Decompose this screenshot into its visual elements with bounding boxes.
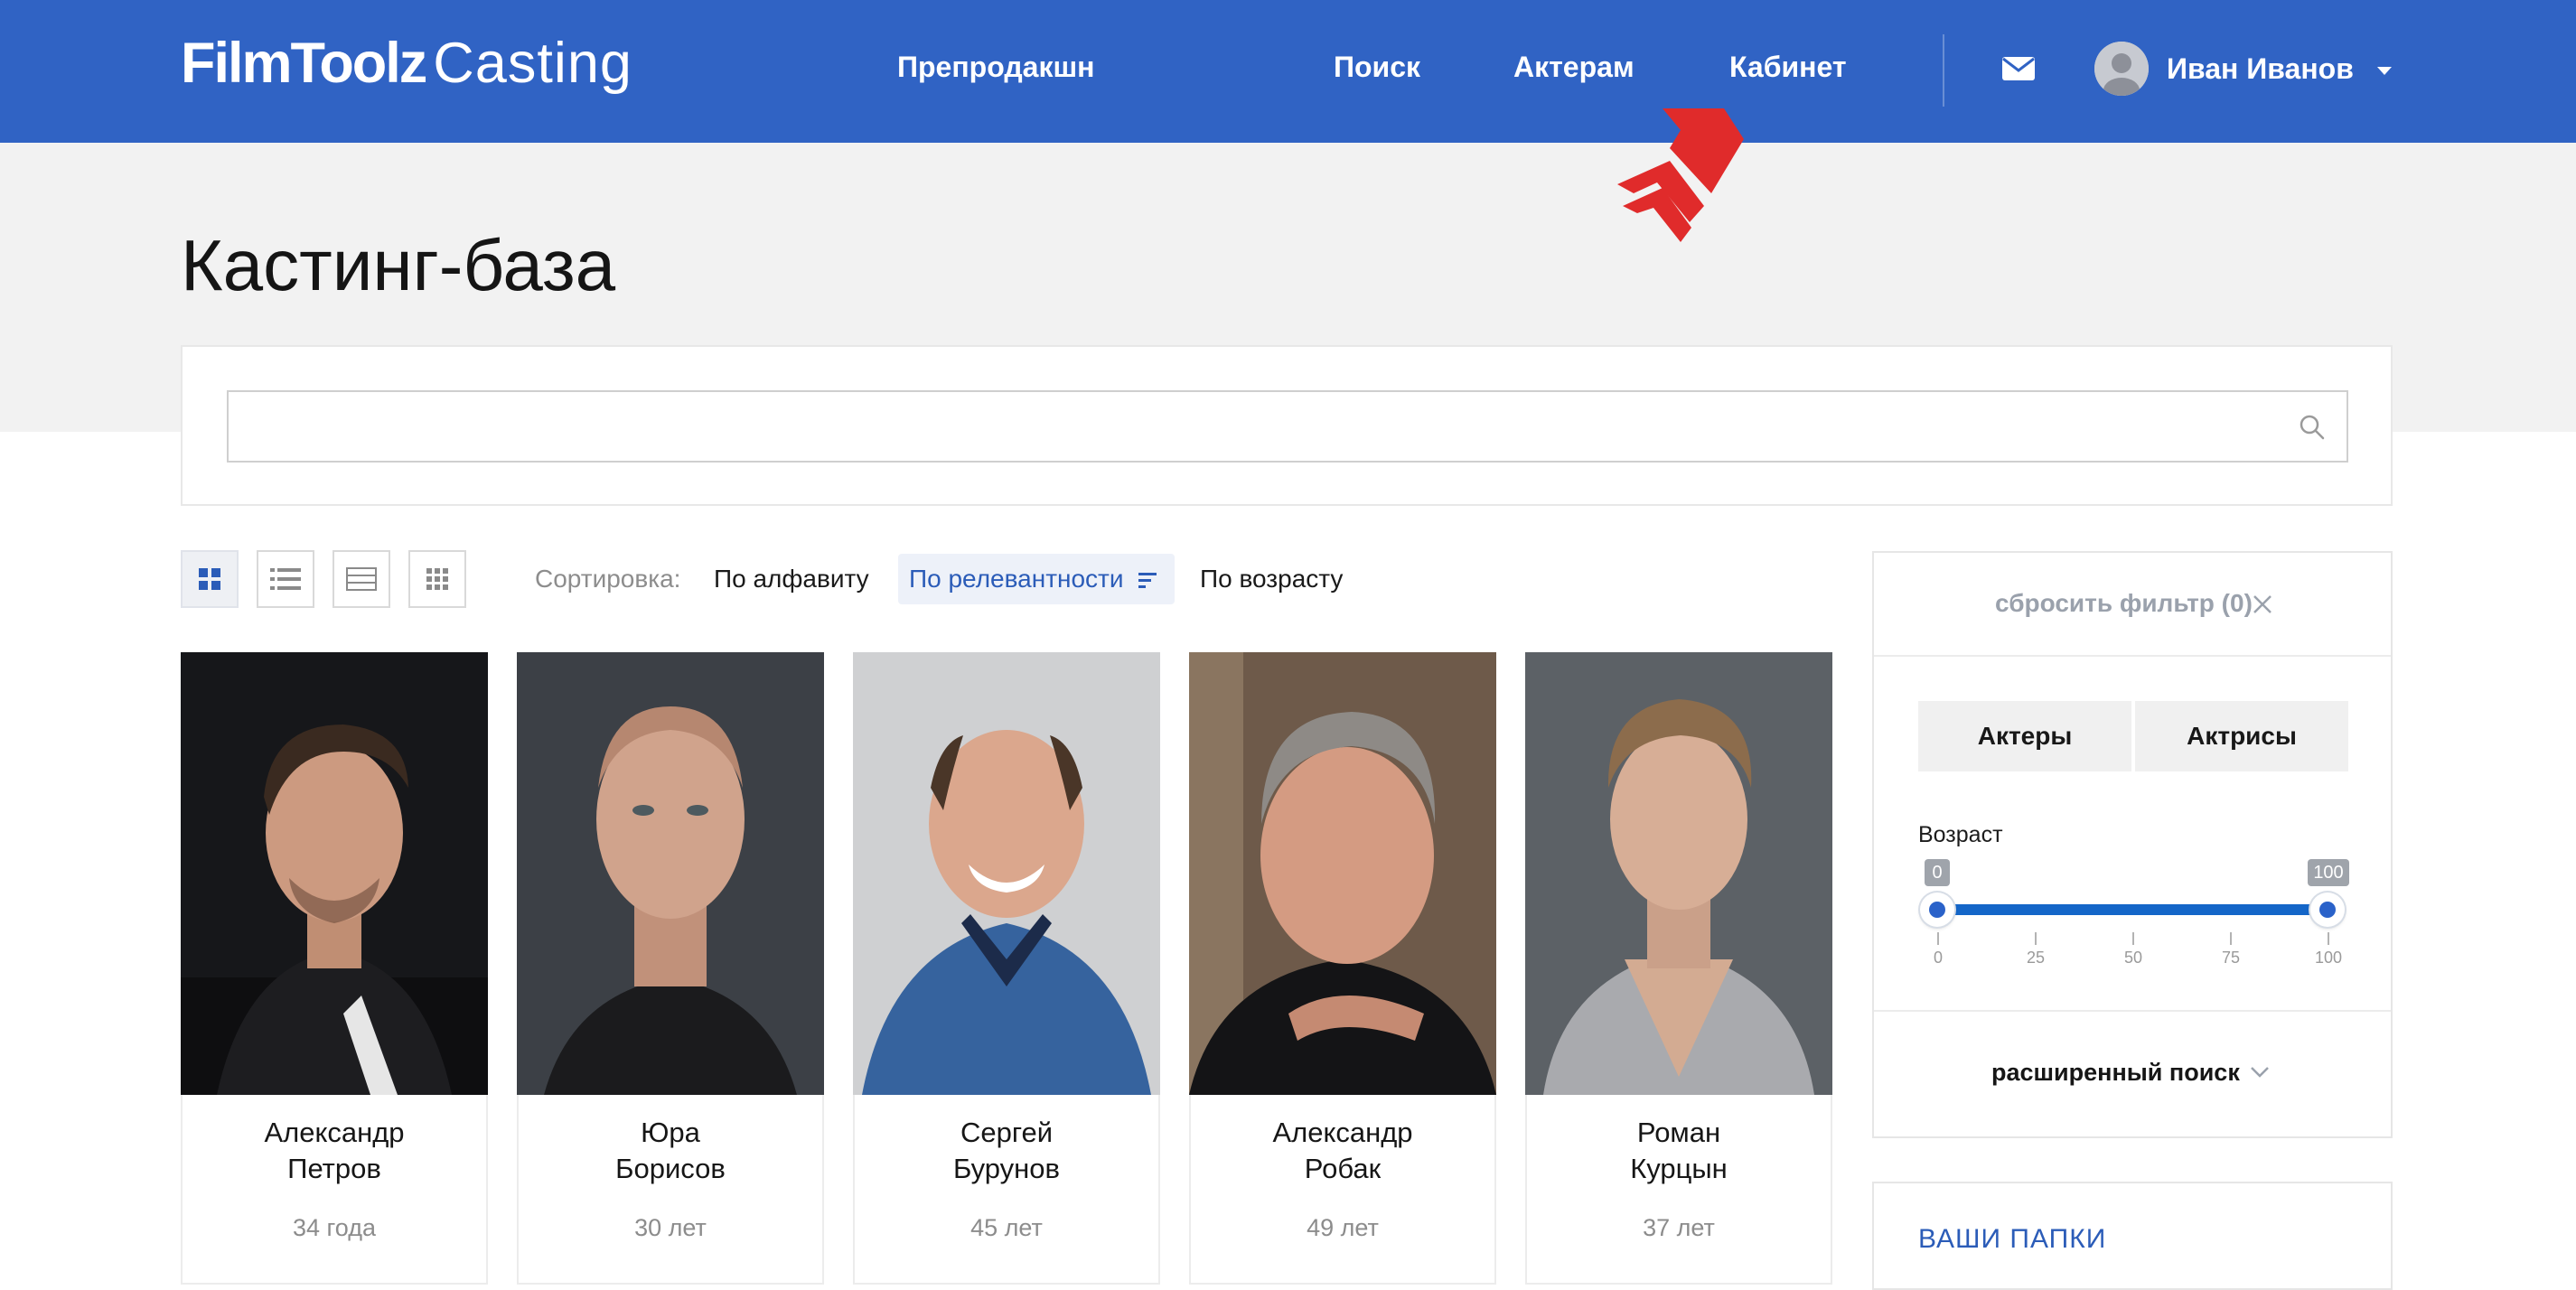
advanced-search-toggle[interactable]: расширенный поиск <box>1991 1059 2240 1087</box>
filter-divider <box>1874 1010 2391 1012</box>
actor-first-name: Александр <box>1272 1117 1413 1148</box>
user-menu-name[interactable]: Иван Иванов <box>2167 52 2354 86</box>
nav-preproduction[interactable]: Препродакшн <box>897 51 1094 84</box>
actor-card[interactable]: Роман Курцын 37 лет <box>1525 652 1832 1285</box>
chevron-down-icon[interactable] <box>2250 1066 2270 1079</box>
actor-card[interactable]: Александр Робак 49 лет <box>1189 652 1496 1285</box>
user-avatar-icon <box>2094 42 2149 96</box>
age-max-badge: 100 <box>2308 859 2349 886</box>
actor-name: Сергей Бурунов <box>855 1115 1158 1187</box>
logo-brand: FilmToolz <box>181 32 427 95</box>
actor-last-name: Курцын <box>1630 1153 1728 1184</box>
folders-title-link[interactable]: ВАШИ ПАПКИ <box>1918 1224 2106 1255</box>
filter-actresses-button[interactable]: Актрисы <box>2135 701 2348 771</box>
logo-sub: Casting <box>433 32 632 95</box>
actor-photo <box>853 652 1160 1095</box>
filter-actors-button[interactable]: Актеры <box>1918 701 2131 771</box>
age-range-track[interactable] <box>1936 904 2328 915</box>
nav-search[interactable]: Поиск <box>1334 51 1420 84</box>
actor-age: 45 лет <box>970 1214 1043 1241</box>
age-min-handle[interactable] <box>1920 893 1954 927</box>
caret-down-icon[interactable] <box>2377 67 2392 75</box>
actor-age: 30 лет <box>634 1214 707 1241</box>
nav-for-actors[interactable]: Актерам <box>1513 51 1635 84</box>
actor-first-name: Роман <box>1636 1117 1721 1148</box>
actor-card[interactable]: Юра Борисов 30 лет <box>517 652 824 1285</box>
actor-last-name: Бурунов <box>952 1153 1061 1184</box>
envelope-icon[interactable] <box>2002 57 2035 80</box>
age-min-badge: 0 <box>1925 859 1950 886</box>
sort-label: Сортировка: <box>535 565 681 593</box>
grid-small-icon <box>426 568 448 590</box>
nav-divider <box>1943 34 1944 107</box>
age-max-handle[interactable] <box>2310 893 2345 927</box>
age-tick <box>2132 932 2134 945</box>
nav-cabinet[interactable]: Кабинет <box>1729 51 1847 84</box>
age-tick-label: 50 <box>2123 949 2143 967</box>
actor-first-name: Юра <box>641 1117 700 1148</box>
actor-age: 37 лет <box>1643 1214 1715 1241</box>
page-title: Кастинг-база <box>181 225 616 305</box>
search-input[interactable] <box>227 390 2348 463</box>
view-list-button[interactable] <box>257 550 314 608</box>
reset-filter-button[interactable]: сбросить фильтр (0) <box>1995 589 2253 618</box>
actor-name: Александр Петров <box>183 1115 486 1187</box>
actor-name: Александр Робак <box>1191 1115 1494 1187</box>
sort-by-age[interactable]: По возрасту <box>1200 565 1343 594</box>
age-tick <box>1937 932 1939 945</box>
actor-card[interactable]: Александр Петров 34 года <box>181 652 488 1285</box>
actor-age: 34 года <box>293 1214 376 1241</box>
list-icon <box>270 568 301 590</box>
close-icon[interactable] <box>2252 594 2273 615</box>
red-chevron-logo-icon <box>1617 108 1744 242</box>
user-avatar[interactable] <box>2094 42 2149 96</box>
actor-photo <box>517 652 824 1095</box>
sort-descending-icon[interactable] <box>1138 571 1158 589</box>
search-icon[interactable] <box>2299 414 2326 441</box>
sort-relevance-label[interactable]: По релевантности <box>909 565 1124 594</box>
actor-name: Юра Борисов <box>519 1115 822 1187</box>
grid-large-icon <box>199 568 220 590</box>
actor-first-name: Сергей <box>960 1117 1054 1148</box>
filter-divider <box>1874 655 2391 657</box>
age-filter-label: Возраст <box>1918 822 2003 847</box>
age-tick <box>2035 932 2037 945</box>
age-tick <box>2328 932 2329 945</box>
age-tick-label: 25 <box>2026 949 2046 967</box>
actor-card[interactable]: Сергей Бурунов 45 лет <box>853 652 1160 1285</box>
table-rows-icon <box>346 567 377 591</box>
actor-age: 49 лет <box>1307 1214 1379 1241</box>
actor-last-name: Робак <box>1304 1153 1382 1184</box>
sort-alphabetical[interactable]: По алфавиту <box>714 565 869 594</box>
age-tick <box>2230 932 2232 945</box>
actor-last-name: Петров <box>287 1153 381 1184</box>
view-grid-small-button[interactable] <box>408 550 466 608</box>
actor-first-name: Александр <box>264 1117 405 1148</box>
age-tick-label: 100 <box>2314 949 2343 967</box>
filmtoolz-casting-logo[interactable]: FilmToolz Casting <box>181 31 632 103</box>
view-grid-large-button[interactable] <box>181 550 239 608</box>
actor-photo <box>1525 652 1832 1095</box>
actor-photo <box>181 652 488 1095</box>
actor-last-name: Борисов <box>615 1153 726 1184</box>
actor-photo <box>1189 652 1496 1095</box>
age-tick-label: 0 <box>1933 949 1943 967</box>
actor-name: Роман Курцын <box>1527 1115 1831 1187</box>
age-tick-label: 75 <box>2221 949 2241 967</box>
view-rows-button[interactable] <box>333 550 390 608</box>
